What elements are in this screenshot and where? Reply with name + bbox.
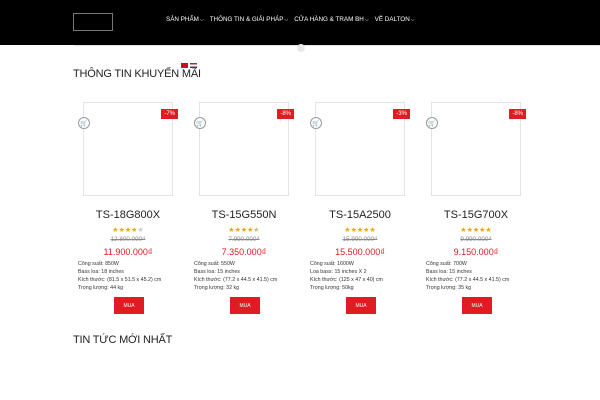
rating-stars: ★★★★★	[426, 226, 526, 234]
product-name[interactable]: TS-15A2500	[310, 209, 410, 221]
nav-item-thong-tin[interactable]: THÔNG TIN & GIẢI PHÁP ⌵	[210, 16, 289, 23]
chevron-down-icon: ⌵	[364, 16, 369, 23]
discount-badge: -3%	[393, 109, 410, 119]
spec-line: Trọng lượng: 32 kg	[194, 285, 240, 291]
star-icon: ★	[137, 227, 144, 234]
chevron-down-icon: ⌵	[284, 16, 289, 23]
product-image[interactable]	[83, 102, 173, 196]
product-card[interactable]: 🛒 -8% TS-15G550N ★★★★★ 7.990.000₫ 7.350.…	[194, 102, 294, 322]
chevron-down-icon: ⌵	[199, 16, 204, 23]
divider	[74, 45, 600, 46]
sale-price: 15.500.000₫	[335, 247, 385, 257]
vietnam-flag-icon[interactable]	[181, 63, 188, 68]
product-image[interactable]	[315, 102, 405, 196]
spec-line: Công suất: 1600W	[310, 261, 354, 267]
product-specs: Công suất: 850W Bass loa: 18 inches Kích t…	[78, 260, 178, 292]
buy-button[interactable]: MUA	[346, 297, 376, 314]
rating-stars: ★★★★★	[78, 226, 178, 234]
old-price: 7.990.000₫	[228, 236, 260, 243]
language-switcher	[181, 63, 197, 68]
sale-price: 9.150.000₫	[453, 247, 499, 257]
spec-line: Bass loa: 15 inches	[194, 269, 240, 275]
buy-button[interactable]: MUA	[230, 297, 260, 314]
product-card[interactable]: 🛒 -3% TS-15A2500 ★★★★★ 15.900.000₫ 15.50…	[310, 102, 410, 322]
discount-badge: -7%	[161, 109, 178, 119]
nav-item-ve-dalton[interactable]: VỀ DALTON ⌵	[375, 16, 415, 23]
spec-line: Loa bass: 15 inches X 2	[310, 269, 367, 275]
product-name[interactable]: TS-15G700X	[426, 209, 526, 221]
star-icon: ★	[485, 227, 492, 234]
add-to-cart-icon[interactable]: 🛒	[194, 117, 206, 129]
spec-line: Bass loa: 18 inches	[78, 269, 124, 275]
nav-label: THÔNG TIN & GIẢI PHÁP	[209, 16, 284, 23]
spec-line: Kích thước: (77.2 x 44.5 x 41.5) cm	[194, 277, 278, 283]
spec-line: Công suất: 550W	[194, 261, 235, 267]
discount-badge: -8%	[277, 109, 294, 119]
rating-stars: ★★★★★	[310, 226, 410, 234]
spec-line: Bass loa: 15 inches	[426, 269, 472, 275]
product-card[interactable]: 🛒 -7% TS-18G800X ★★★★★ 12.800.000₫ 11.90…	[78, 102, 178, 322]
spec-line: Công suất: 700W	[426, 261, 467, 267]
sale-price: 11.900.000₫	[103, 247, 153, 257]
product-image[interactable]	[431, 102, 521, 196]
chevron-down-icon: ⌵	[410, 16, 415, 23]
nav-item-san-pham[interactable]: SẢN PHẨM ⌵	[166, 16, 204, 23]
star-icon: ★	[369, 227, 376, 234]
nav-item-cua-hang[interactable]: CỬA HÀNG & TRẠM BH ⌵	[294, 16, 368, 23]
add-to-cart-icon[interactable]: 🛒	[78, 117, 90, 129]
old-price: 15.900.000₫	[342, 236, 378, 243]
rating-stars: ★★★★★	[194, 226, 294, 234]
spec-line: Kích thước: (81.5 x 51.5 x 45.2) cm	[78, 277, 162, 283]
buy-button[interactable]: MUA	[462, 297, 492, 314]
product-name[interactable]: TS-15G550N	[194, 209, 294, 221]
spec-line: Công suất: 850W	[78, 261, 119, 267]
star-icon: ★	[253, 227, 260, 234]
product-specs: Công suất: 700W Bass loa: 15 inches Kích t…	[426, 260, 526, 292]
product-image[interactable]	[199, 102, 289, 196]
add-to-cart-icon[interactable]: 🛒	[426, 117, 438, 129]
nav-label: VỀ DALTON	[374, 16, 410, 23]
spec-line: Kích thước: (125 x 47 x 40) cm	[310, 277, 383, 283]
sale-price: 7.350.000₫	[221, 247, 267, 257]
english-flag-icon[interactable]	[190, 63, 197, 68]
product-card[interactable]: 🛒 -8% TS-15G700X ★★★★★ 9.990.000₫ 9.150.…	[426, 102, 526, 322]
spec-line: Trọng lượng: 35 kg	[426, 285, 472, 291]
add-to-cart-icon[interactable]: 🛒	[310, 117, 322, 129]
site-logo[interactable]	[73, 13, 113, 31]
product-specs: Công suất: 1600W Loa bass: 15 inches X 2 K…	[310, 260, 410, 292]
old-price: 12.800.000₫	[110, 236, 146, 243]
nav-label: SẢN PHẨM	[166, 16, 199, 23]
promo-section-title: THÔNG TIN KHUYẾN MÃI	[73, 68, 201, 80]
spec-line: Kích thước: (77.2 x 44.5 x 41.5) cm	[426, 277, 510, 283]
spec-line: Trọng lượng: 50kg	[310, 285, 354, 291]
main-nav: SẢN PHẨM ⌵ THÔNG TIN & GIẢI PHÁP ⌵ CỬA HÀN…	[166, 16, 415, 23]
news-section-title: TIN TỨC MỚI NHẤT	[73, 334, 173, 346]
nav-label: CỬA HÀNG & TRẠM BH	[294, 16, 364, 23]
discount-badge: -8%	[509, 109, 526, 119]
old-price: 9.990.000₫	[460, 236, 492, 243]
slider-dot[interactable]	[297, 44, 305, 52]
product-name[interactable]: TS-18G800X	[78, 209, 178, 221]
product-specs: Công suất: 550W Bass loa: 15 inches Kích t…	[194, 260, 294, 292]
top-navbar: SẢN PHẨM ⌵ THÔNG TIN & GIẢI PHÁP ⌵ CỬA HÀN…	[0, 0, 600, 45]
buy-button[interactable]: MUA	[114, 297, 144, 314]
spec-line: Trọng lượng: 44 kg	[78, 285, 124, 291]
